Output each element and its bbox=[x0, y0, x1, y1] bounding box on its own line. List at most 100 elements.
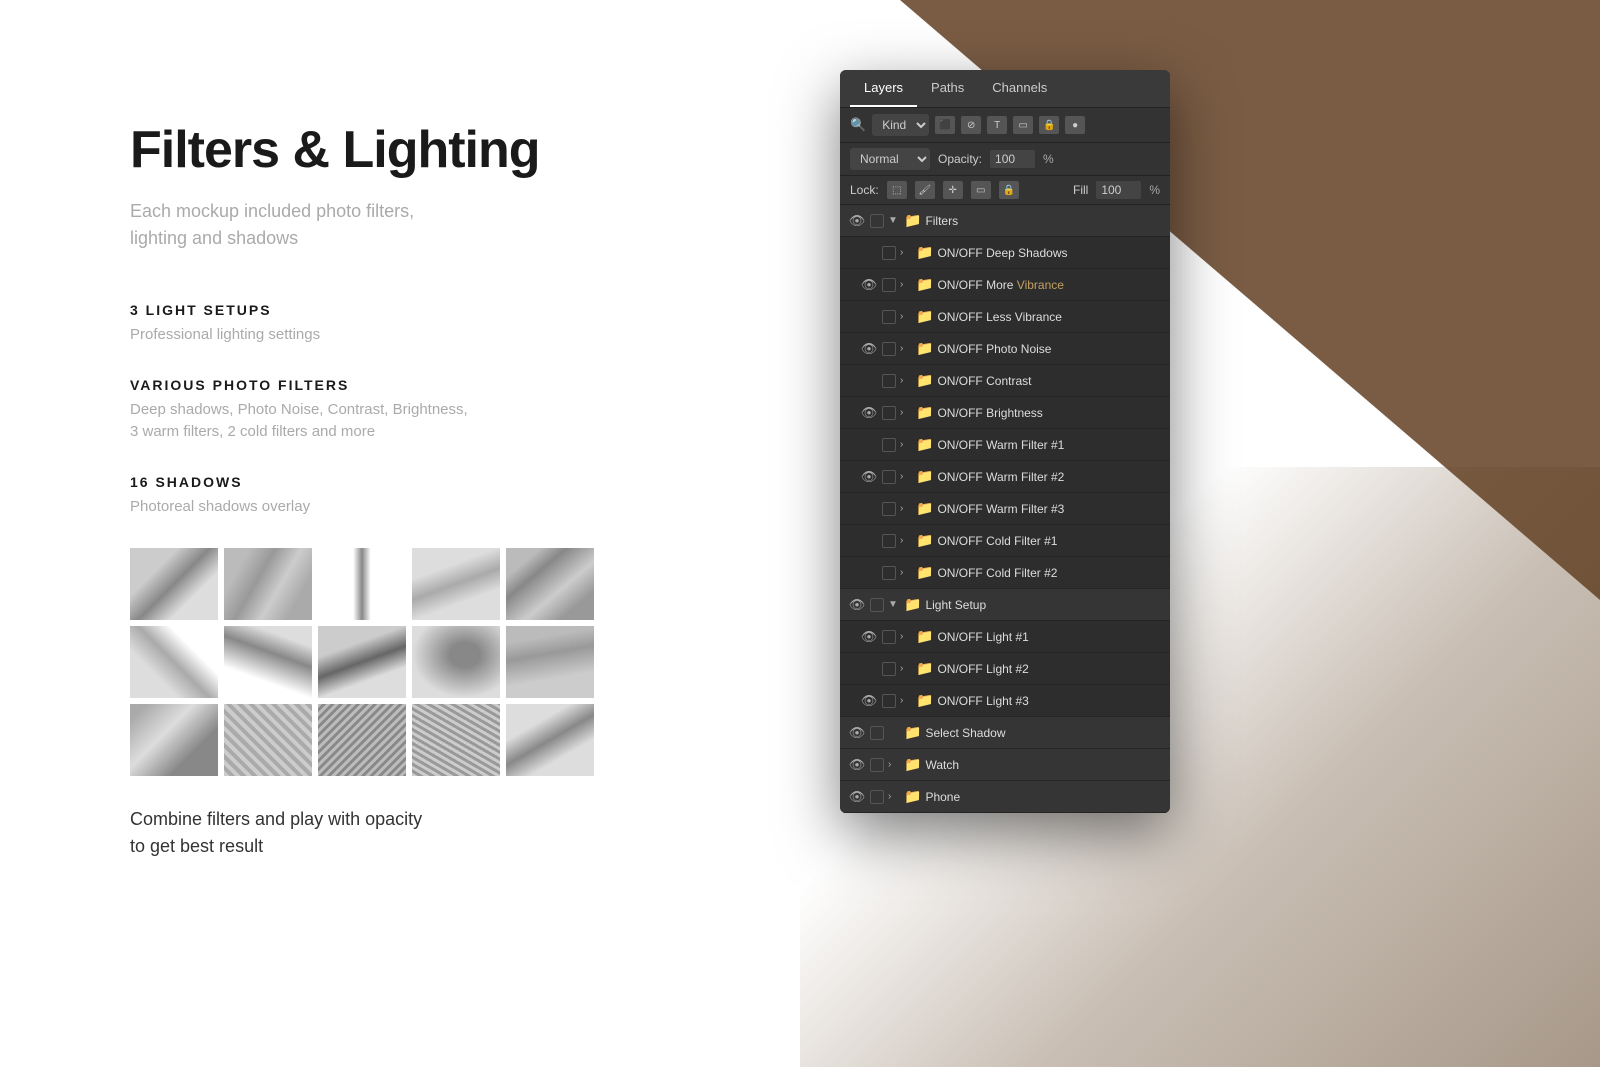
visibility-checkbox[interactable] bbox=[882, 566, 896, 580]
visibility-checkbox[interactable] bbox=[882, 662, 896, 676]
tab-layers[interactable]: Layers bbox=[850, 70, 917, 107]
chevron-icon[interactable]: › bbox=[900, 567, 912, 578]
folder-icon: 📁 bbox=[916, 692, 933, 709]
chevron-icon[interactable]: › bbox=[900, 439, 912, 450]
eye-icon[interactable]: 👁 bbox=[860, 276, 878, 294]
layer-warm-filter-2[interactable]: 👁 › 📁 ON/OFF Warm Filter #2 bbox=[840, 461, 1170, 493]
layer-cold-filter-1[interactable]: › 📁 ON/OFF Cold Filter #1 bbox=[840, 525, 1170, 557]
visibility-checkbox[interactable] bbox=[870, 758, 884, 772]
visibility-checkbox[interactable] bbox=[882, 694, 896, 708]
chevron-icon[interactable]: › bbox=[900, 343, 912, 354]
tab-paths[interactable]: Paths bbox=[917, 70, 978, 107]
visibility-checkbox[interactable] bbox=[882, 406, 896, 420]
eye-icon[interactable] bbox=[860, 244, 878, 262]
layer-more-vibrance[interactable]: 👁 › 📁 ON/OFF More Vibrance bbox=[840, 269, 1170, 301]
visibility-checkbox[interactable] bbox=[882, 374, 896, 388]
layer-brightness[interactable]: 👁 › 📁 ON/OFF Brightness bbox=[840, 397, 1170, 429]
layer-deep-shadows[interactable]: › 📁 ON/OFF Deep Shadows bbox=[840, 237, 1170, 269]
eye-icon[interactable]: 👁 bbox=[848, 596, 866, 614]
eye-icon[interactable] bbox=[860, 660, 878, 678]
eye-icon[interactable]: 👁 bbox=[860, 692, 878, 710]
eye-icon[interactable]: 👁 bbox=[860, 404, 878, 422]
kind-select[interactable]: Kind bbox=[872, 114, 929, 136]
tab-channels[interactable]: Channels bbox=[978, 70, 1061, 107]
chevron-icon[interactable]: › bbox=[900, 503, 912, 514]
visibility-checkbox[interactable] bbox=[882, 470, 896, 484]
layer-light-setup-group[interactable]: 👁 ▼ 📁 Light Setup bbox=[840, 589, 1170, 621]
chevron-icon[interactable]: ▼ bbox=[888, 215, 900, 226]
folder-icon: 📁 bbox=[916, 404, 933, 421]
chevron-icon[interactable]: › bbox=[900, 535, 912, 546]
visibility-checkbox[interactable] bbox=[882, 310, 896, 324]
visibility-checkbox[interactable] bbox=[870, 214, 884, 228]
eye-icon[interactable] bbox=[860, 564, 878, 582]
opacity-input[interactable] bbox=[990, 150, 1035, 168]
ps-layers-list[interactable]: 👁 ▼ 📁 Filters › 📁 ON/OFF Deep Shadows 👁 … bbox=[840, 205, 1170, 813]
ps-panel-tabs: Layers Paths Channels bbox=[840, 70, 1170, 108]
chevron-icon[interactable]: › bbox=[900, 375, 912, 386]
visibility-checkbox[interactable] bbox=[882, 630, 896, 644]
layer-warm-filter-3[interactable]: › 📁 ON/OFF Warm Filter #3 bbox=[840, 493, 1170, 525]
visibility-checkbox[interactable] bbox=[882, 534, 896, 548]
layer-warm-filter-1[interactable]: › 📁 ON/OFF Warm Filter #1 bbox=[840, 429, 1170, 461]
chevron-icon[interactable]: › bbox=[900, 279, 912, 290]
effect-filter-icon[interactable]: ● bbox=[1065, 116, 1085, 134]
layer-watch-group[interactable]: 👁 › 📁 Watch bbox=[840, 749, 1170, 781]
visibility-checkbox[interactable] bbox=[882, 342, 896, 356]
fill-input[interactable] bbox=[1096, 181, 1141, 199]
layer-less-vibrance[interactable]: › 📁 ON/OFF Less Vibrance bbox=[840, 301, 1170, 333]
eye-icon[interactable] bbox=[860, 532, 878, 550]
opacity-percent: % bbox=[1043, 152, 1054, 166]
eye-icon[interactable]: 👁 bbox=[860, 340, 878, 358]
eye-icon[interactable]: 👁 bbox=[860, 468, 878, 486]
eye-icon[interactable] bbox=[860, 500, 878, 518]
lock-pixels-icon[interactable]: ⬚ bbox=[887, 181, 907, 199]
visibility-checkbox[interactable] bbox=[882, 438, 896, 452]
layer-light-2[interactable]: › 📁 ON/OFF Light #2 bbox=[840, 653, 1170, 685]
lock-all-icon[interactable]: 🔒 bbox=[999, 181, 1019, 199]
chevron-icon[interactable]: › bbox=[900, 631, 912, 642]
layer-cold-filter-2[interactable]: › 📁 ON/OFF Cold Filter #2 bbox=[840, 557, 1170, 589]
shape-filter-icon[interactable]: ▭ bbox=[1013, 116, 1033, 134]
eye-icon[interactable] bbox=[860, 436, 878, 454]
folder-icon: 📁 bbox=[904, 724, 921, 741]
image-filter-icon[interactable]: ⬛ bbox=[935, 116, 955, 134]
layer-light-3[interactable]: 👁 › 📁 ON/OFF Light #3 bbox=[840, 685, 1170, 717]
layer-phone-group[interactable]: 👁 › 📁 Phone bbox=[840, 781, 1170, 813]
eye-icon[interactable]: 👁 bbox=[848, 788, 866, 806]
chevron-icon[interactable]: › bbox=[900, 311, 912, 322]
visibility-checkbox[interactable] bbox=[882, 246, 896, 260]
visibility-checkbox[interactable] bbox=[882, 278, 896, 292]
blend-mode-select[interactable]: Normal bbox=[850, 148, 930, 170]
layer-contrast[interactable]: › 📁 ON/OFF Contrast bbox=[840, 365, 1170, 397]
visibility-checkbox[interactable] bbox=[882, 502, 896, 516]
adjustment-filter-icon[interactable]: ⊘ bbox=[961, 116, 981, 134]
lock-paint-icon[interactable]: 🖌 bbox=[915, 181, 935, 199]
text-filter-icon[interactable]: T bbox=[987, 116, 1007, 134]
lock-move-icon[interactable]: ✛ bbox=[943, 181, 963, 199]
visibility-checkbox[interactable] bbox=[870, 790, 884, 804]
layer-light-1[interactable]: 👁 › 📁 ON/OFF Light #1 bbox=[840, 621, 1170, 653]
chevron-icon[interactable]: › bbox=[900, 663, 912, 674]
chevron-icon[interactable]: › bbox=[888, 759, 900, 770]
lock-artboard-icon[interactable]: ▭ bbox=[971, 181, 991, 199]
eye-icon[interactable] bbox=[860, 372, 878, 390]
layer-photo-noise[interactable]: 👁 › 📁 ON/OFF Photo Noise bbox=[840, 333, 1170, 365]
eye-icon[interactable]: 👁 bbox=[860, 628, 878, 646]
layer-filters-group[interactable]: 👁 ▼ 📁 Filters bbox=[840, 205, 1170, 237]
eye-icon[interactable]: 👁 bbox=[848, 724, 866, 742]
visibility-checkbox[interactable] bbox=[870, 598, 884, 612]
visibility-checkbox[interactable] bbox=[870, 726, 884, 740]
chevron-icon[interactable]: › bbox=[888, 791, 900, 802]
eye-icon[interactable] bbox=[860, 308, 878, 326]
smart-filter-icon[interactable]: 🔒 bbox=[1039, 116, 1059, 134]
layer-name: ON/OFF Cold Filter #2 bbox=[937, 566, 1162, 580]
layer-select-shadow-group[interactable]: 👁 📁 Select Shadow bbox=[840, 717, 1170, 749]
chevron-icon[interactable]: › bbox=[900, 407, 912, 418]
chevron-icon[interactable]: › bbox=[900, 471, 912, 482]
chevron-icon[interactable]: ▼ bbox=[888, 599, 900, 610]
chevron-icon[interactable]: › bbox=[900, 695, 912, 706]
eye-icon[interactable]: 👁 bbox=[848, 756, 866, 774]
chevron-icon[interactable]: › bbox=[900, 247, 912, 258]
eye-icon[interactable]: 👁 bbox=[848, 212, 866, 230]
